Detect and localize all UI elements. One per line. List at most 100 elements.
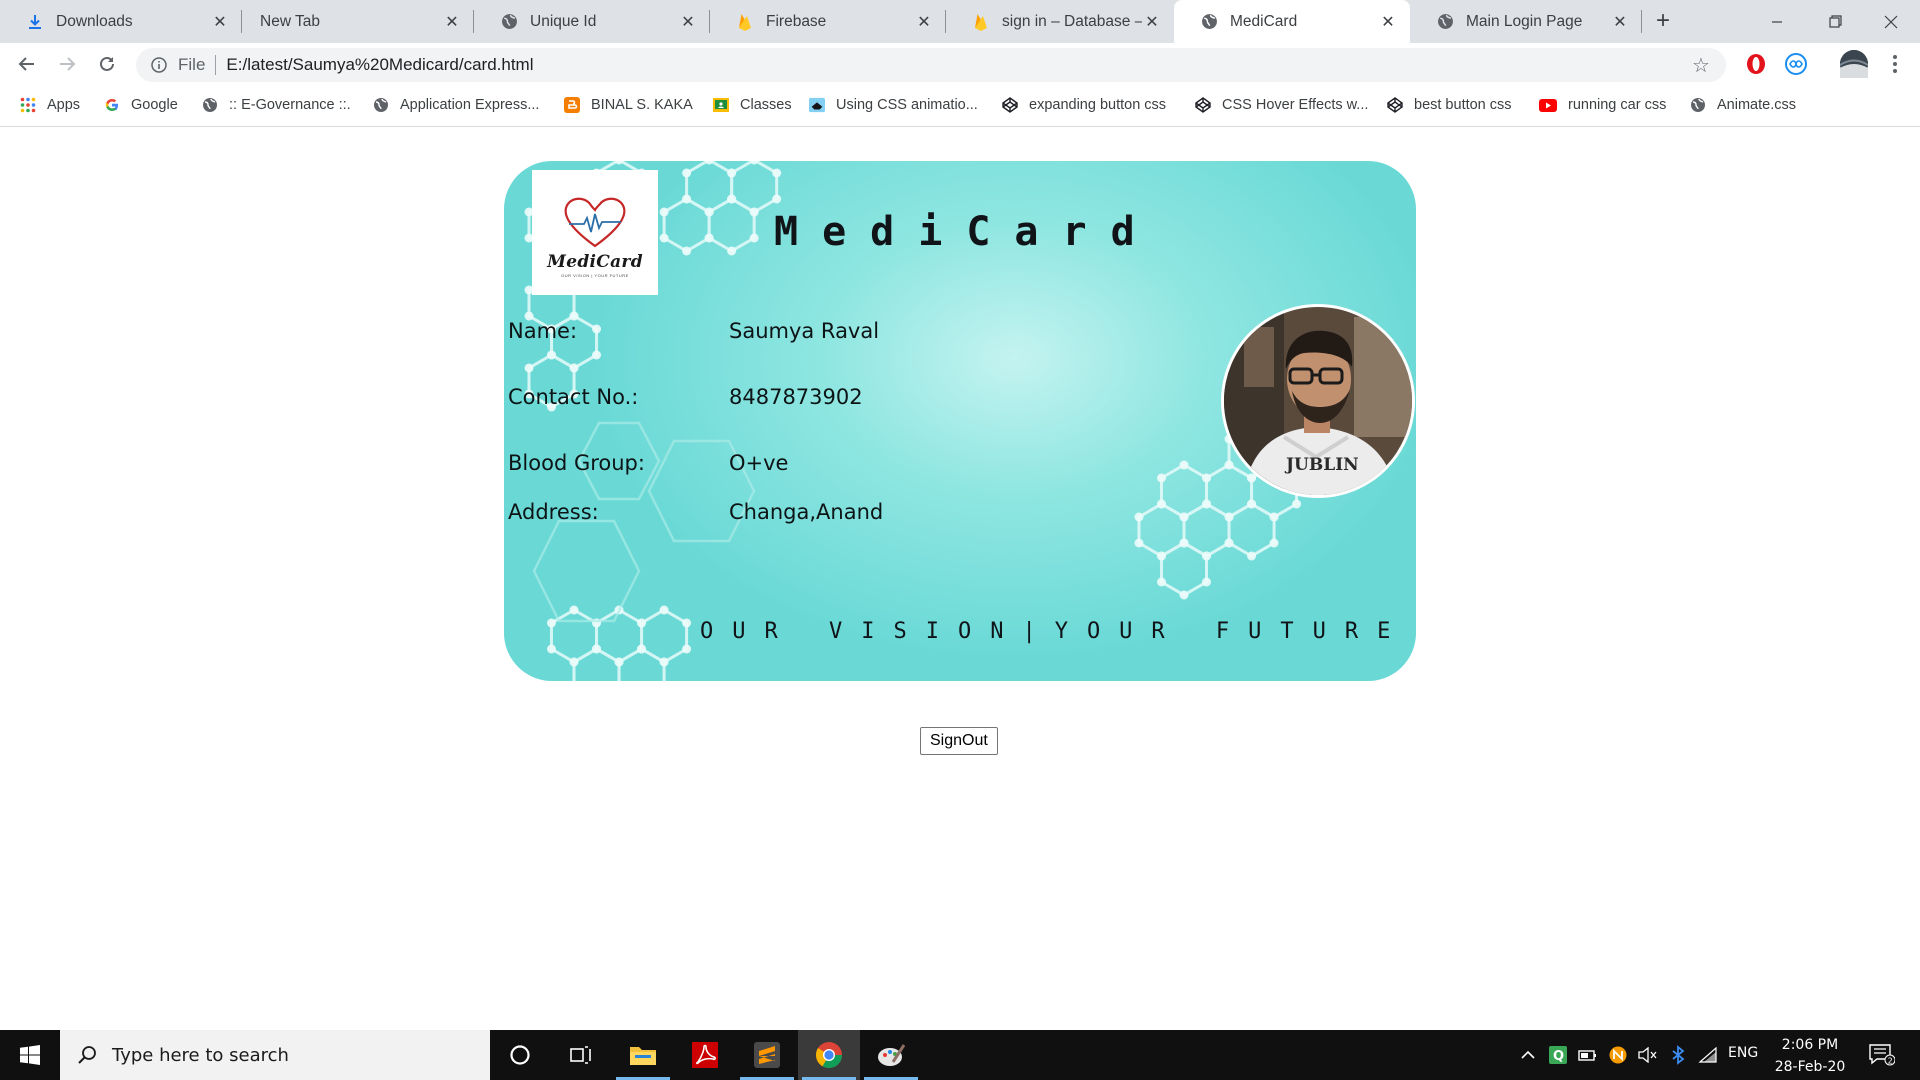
app-tray-icon[interactable] xyxy=(1606,1043,1630,1067)
tab-title: Firebase xyxy=(766,12,827,30)
infinity-extension-icon[interactable] xyxy=(1784,52,1808,76)
card-tagline: OUR VISION|YOUR FUTURE xyxy=(700,619,1410,644)
tab-medicard[interactable]: MediCard ✕ xyxy=(1174,0,1410,43)
close-window-icon[interactable] xyxy=(1862,0,1920,43)
action-center-icon[interactable]: 2 xyxy=(1866,1043,1898,1067)
bookmark-label: Classes xyxy=(740,97,792,113)
file-explorer-icon[interactable] xyxy=(612,1030,674,1080)
bookmark-running-car[interactable]: running car css xyxy=(1539,94,1666,116)
medicard-logo: MediCard OUR VISION | YOUR FUTURE xyxy=(532,170,658,295)
acrobat-icon[interactable] xyxy=(674,1030,736,1080)
close-tab-icon[interactable]: ✕ xyxy=(1378,12,1398,32)
globe-icon xyxy=(373,97,389,113)
tab-main-login[interactable]: Main Login Page ✕ xyxy=(1410,0,1642,43)
signout-button[interactable]: SignOut xyxy=(920,727,998,755)
reload-icon[interactable] xyxy=(92,49,122,79)
windows-taskbar: Type here to search Q ENG 2:06 PM 28-Feb… xyxy=(0,1030,1920,1080)
bookmark-label: CSS Hover Effects w... xyxy=(1222,97,1369,113)
tab-downloads[interactable]: Downloads ✕ xyxy=(0,0,242,43)
svg-text:Q: Q xyxy=(1553,1049,1564,1064)
bookmark-animate-css[interactable]: Animate.css xyxy=(1690,94,1796,116)
windows-start-icon[interactable] xyxy=(0,1030,60,1080)
tab-separator xyxy=(1641,10,1642,33)
apps-grid-icon xyxy=(20,97,36,113)
blogger-icon xyxy=(564,97,580,113)
close-tab-icon[interactable]: ✕ xyxy=(1610,12,1630,32)
bookmark-label: Apps xyxy=(47,97,81,113)
tab-database[interactable]: sign in – Database – Fir ✕ xyxy=(946,0,1174,43)
globe-icon xyxy=(202,97,218,113)
close-tab-icon[interactable]: ✕ xyxy=(210,12,230,32)
info-icon[interactable] xyxy=(150,56,168,74)
bookmark-label: Application Express... xyxy=(400,97,540,113)
notification-count: 2 xyxy=(1888,1057,1893,1066)
volume-muted-icon[interactable] xyxy=(1636,1043,1660,1067)
firebase-icon xyxy=(972,13,990,31)
youtube-icon xyxy=(1539,97,1557,113)
tab-firebase[interactable]: Firebase ✕ xyxy=(710,0,946,43)
tab-unique-id[interactable]: Unique Id ✕ xyxy=(474,0,710,43)
bookmark-label: Google xyxy=(131,97,178,113)
tab-title: sign in – Database – Fir xyxy=(1002,12,1142,30)
show-hidden-icons-icon[interactable] xyxy=(1516,1043,1540,1067)
clock-date: 28-Feb-20 xyxy=(1774,1059,1846,1075)
taskbar-search-box[interactable]: Type here to search xyxy=(60,1030,490,1080)
address-url[interactable]: E:/latest/Saumya%20Medicard/card.html xyxy=(226,55,533,75)
bookmark-google[interactable]: Google xyxy=(104,94,178,116)
bookmark-best-button[interactable]: best button css xyxy=(1387,94,1512,116)
tab-title: Unique Id xyxy=(530,12,597,30)
bookmark-application-express[interactable]: Application Express... xyxy=(373,94,539,116)
bookmark-e-governance[interactable]: :: E-Governance ::. xyxy=(202,94,351,116)
profile-avatar[interactable] xyxy=(1840,50,1868,78)
back-icon[interactable] xyxy=(12,49,42,79)
bookmark-css-animation[interactable]: Using CSS animatio... xyxy=(809,94,978,116)
bookmark-classes[interactable]: Classes xyxy=(713,94,792,116)
blood-group-label: Blood Group: xyxy=(508,451,645,475)
medicard: MediCard OUR VISION | YOUR FUTURE MediCa… xyxy=(504,161,1416,681)
task-view-icon[interactable] xyxy=(550,1030,612,1080)
svg-text:JUBLIN: JUBLIN xyxy=(1284,455,1359,475)
forward-icon[interactable] xyxy=(52,49,82,79)
sublime-text-icon[interactable] xyxy=(736,1030,798,1080)
bookmark-label: running car css xyxy=(1568,97,1667,113)
codepen-icon xyxy=(1387,97,1403,113)
bookmark-star-icon[interactable]: ☆ xyxy=(1690,54,1712,77)
q-app-tray-icon[interactable]: Q xyxy=(1546,1043,1570,1067)
close-tab-icon[interactable]: ✕ xyxy=(678,12,698,32)
restore-icon[interactable] xyxy=(1806,0,1864,43)
tab-title: Downloads xyxy=(56,12,133,30)
new-tab-icon[interactable]: + xyxy=(1648,6,1678,36)
opera-extension-icon[interactable] xyxy=(1744,52,1768,76)
close-tab-icon[interactable]: ✕ xyxy=(442,12,462,32)
bookmark-expanding-button[interactable]: expanding button css xyxy=(1002,94,1166,116)
globe-icon xyxy=(1690,97,1706,113)
bookmark-apps[interactable]: Apps xyxy=(20,94,80,116)
minimize-icon[interactable] xyxy=(1748,0,1806,43)
battery-icon[interactable] xyxy=(1576,1043,1600,1067)
classroom-icon xyxy=(713,97,729,113)
globe-icon xyxy=(1436,13,1454,31)
bookmark-binal[interactable]: BINAL S. KAKA xyxy=(564,94,693,116)
chrome-taskbar-icon[interactable] xyxy=(798,1030,860,1080)
paint-icon[interactable] xyxy=(860,1030,922,1080)
menu-kebab-icon[interactable] xyxy=(1880,49,1910,79)
bookmark-css-hover[interactable]: CSS Hover Effects w... xyxy=(1195,94,1368,116)
address-divider xyxy=(215,55,217,75)
mdn-icon xyxy=(809,97,825,113)
bluetooth-icon[interactable] xyxy=(1666,1043,1690,1067)
logo-wordmark: MediCard xyxy=(547,252,643,272)
language-indicator[interactable]: ENG xyxy=(1728,1045,1758,1061)
tab-title: MediCard xyxy=(1230,12,1298,30)
bookmarks-bar: Apps Google :: E-Governance ::. Applicat… xyxy=(0,85,1920,127)
system-clock[interactable]: 2:06 PM 28-Feb-20 xyxy=(1768,1034,1852,1078)
close-tab-icon[interactable]: ✕ xyxy=(1142,12,1162,32)
close-tab-icon[interactable]: ✕ xyxy=(914,12,934,32)
tab-title: New Tab xyxy=(260,12,321,30)
card-title: MediCard xyxy=(774,209,1159,255)
blood-group-value: O+ve xyxy=(729,451,789,475)
browser-toolbar: File E:/latest/Saumya%20Medicard/card.ht… xyxy=(0,43,1920,85)
cortana-icon[interactable] xyxy=(489,1030,551,1080)
wifi-icon[interactable] xyxy=(1696,1043,1720,1067)
tab-new-tab[interactable]: New Tab ✕ xyxy=(242,0,474,43)
address-bar[interactable]: File E:/latest/Saumya%20Medicard/card.ht… xyxy=(136,48,1726,82)
